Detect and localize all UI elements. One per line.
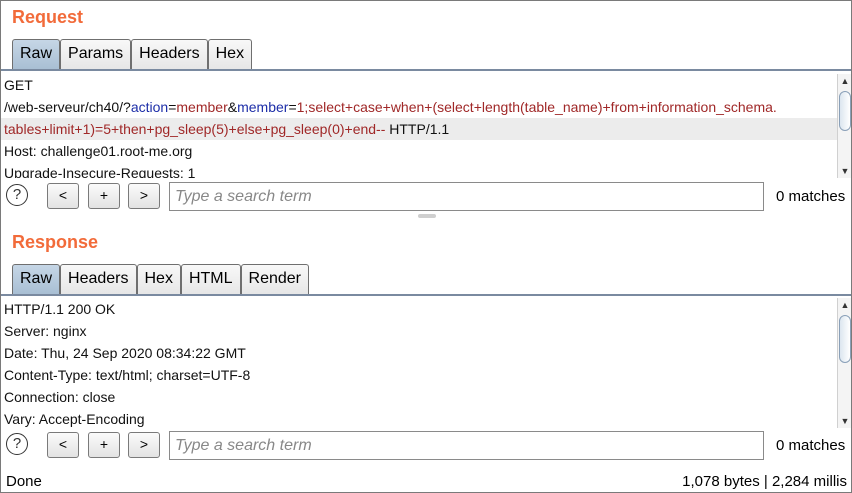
chevron-up-icon[interactable]: ▲ xyxy=(838,74,852,88)
request-match-count: 0 matches xyxy=(776,188,846,205)
response-scrollbar[interactable]: ▲ ▼ xyxy=(837,298,851,428)
response-search-input[interactable]: Type a search term xyxy=(169,431,764,460)
request-search-input[interactable]: Type a search term xyxy=(169,182,764,211)
request-protocol: HTTP/1.1 xyxy=(385,121,450,137)
chevron-down-icon[interactable]: ▼ xyxy=(838,164,852,178)
param-value-action: member xyxy=(176,99,228,115)
status-bar: Done 1,078 bytes | 2,284 millis xyxy=(1,469,851,493)
split-pane-handle[interactable] xyxy=(418,214,436,218)
request-line: tables+limit+1)=5+then+pg_sleep(5)+else+… xyxy=(1,118,837,140)
response-title: Response xyxy=(12,232,99,252)
response-line: Connection: close xyxy=(4,389,116,405)
chevron-up-icon[interactable]: ▲ xyxy=(838,298,852,312)
request-next-button[interactable]: > xyxy=(128,183,160,209)
param-separator: & xyxy=(227,99,238,115)
request-scrollbar[interactable]: ▲ ▼ xyxy=(837,74,851,178)
response-tab-rule xyxy=(1,294,851,296)
request-path: /web-serveur/ch40/? xyxy=(4,99,131,115)
response-search-bar: ? < + > Type a search term 0 matches xyxy=(1,429,851,461)
request-tabbar: Raw Params Headers Hex xyxy=(12,39,253,70)
response-next-button[interactable]: > xyxy=(128,432,160,458)
response-line: HTTP/1.1 200 OK xyxy=(4,301,116,317)
param-value-member: 1;select+case+when+(select+length(table_… xyxy=(296,99,777,115)
response-line: Vary: Accept-Encoding xyxy=(4,411,145,427)
help-circle-icon[interactable]: ? xyxy=(6,184,28,206)
response-line: Content-Type: text/html; charset=UTF-8 xyxy=(4,367,251,383)
response-line: Date: Thu, 24 Sep 2020 08:34:22 GMT xyxy=(4,345,246,361)
help-circle-icon[interactable]: ? xyxy=(6,433,28,455)
request-scroll-thumb[interactable] xyxy=(839,91,851,131)
response-editor[interactable]: HTTP/1.1 200 OK Server: nginx Date: Thu,… xyxy=(1,298,837,428)
request-line: GET xyxy=(4,77,33,93)
param-equals: = xyxy=(288,99,297,115)
request-line: Host: challenge01.root-me.org xyxy=(4,143,193,159)
response-tabbar: Raw Headers Hex HTML Render xyxy=(12,264,309,295)
param-name-action: action xyxy=(130,99,169,115)
response-stats: 1,078 bytes | 2,284 millis xyxy=(682,473,847,490)
request-tab-raw[interactable]: Raw xyxy=(12,39,61,70)
request-editor[interactable]: GET /web-serveur/ch40/?action=member&mem… xyxy=(1,74,837,178)
response-tab-render[interactable]: Render xyxy=(240,264,309,295)
response-line: Server: nginx xyxy=(4,323,87,339)
request-line: Upgrade-Insecure-Requests: 1 xyxy=(4,165,196,178)
request-title: Request xyxy=(12,7,84,27)
request-tab-rule xyxy=(1,69,851,71)
request-add-button[interactable]: + xyxy=(88,183,120,209)
param-value-member-cont: tables+limit+1)=5+then+pg_sleep(5)+else+… xyxy=(4,121,386,137)
param-name-member: member xyxy=(237,99,289,115)
response-tab-html[interactable]: HTML xyxy=(180,264,241,295)
request-tab-hex[interactable]: Hex xyxy=(207,39,253,70)
response-tab-raw[interactable]: Raw xyxy=(12,264,61,295)
response-tab-headers[interactable]: Headers xyxy=(60,264,137,295)
response-tab-hex[interactable]: Hex xyxy=(136,264,181,295)
request-prev-button[interactable]: < xyxy=(47,183,79,209)
response-add-button[interactable]: + xyxy=(88,432,120,458)
chevron-down-icon[interactable]: ▼ xyxy=(838,414,852,428)
response-match-count: 0 matches xyxy=(776,437,846,454)
request-tab-headers[interactable]: Headers xyxy=(131,39,208,70)
request-line: /web-serveur/ch40/?action=member&member=… xyxy=(1,96,837,118)
response-prev-button[interactable]: < xyxy=(47,432,79,458)
response-scroll-thumb[interactable] xyxy=(839,315,851,363)
status-text: Done xyxy=(6,473,42,490)
message-viewer: Request Raw Params Headers Hex GET /web-… xyxy=(0,0,852,493)
request-search-bar: ? < + > Type a search term 0 matches xyxy=(1,180,851,212)
request-tab-params[interactable]: Params xyxy=(60,39,132,70)
